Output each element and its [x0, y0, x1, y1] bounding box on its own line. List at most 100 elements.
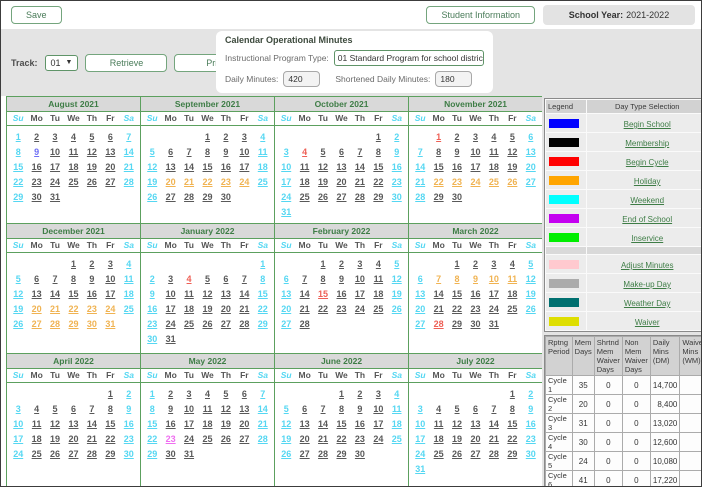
date-cell-weekend[interactable]: 7	[254, 389, 272, 399]
date-cell-membership[interactable]: 1	[369, 132, 387, 142]
date-cell-membership[interactable]: 10	[101, 274, 119, 284]
date-cell-weekend[interactable]: 9	[120, 404, 138, 414]
date-cell-membership[interactable]: 4	[503, 259, 521, 269]
date-cell-weekend[interactable]: 1	[9, 132, 27, 142]
date-cell-membership[interactable]: 25	[64, 177, 82, 187]
date-cell-membership[interactable]: 2	[83, 259, 101, 269]
date-cell-membership[interactable]: 22	[448, 304, 466, 314]
date-cell-membership[interactable]: 17	[369, 419, 387, 429]
date-cell-weekend[interactable]: 23	[143, 319, 161, 329]
date-cell-holiday[interactable]: 25	[485, 177, 503, 187]
date-cell-weekend[interactable]: 19	[143, 177, 161, 187]
date-cell-membership[interactable]: 16	[161, 419, 179, 429]
date-cell-membership[interactable]: 13	[466, 419, 484, 429]
date-cell-weekend[interactable]: 24	[277, 192, 295, 202]
date-cell-membership[interactable]: 13	[161, 162, 179, 172]
date-cell-weekend[interactable]: 25	[254, 177, 272, 187]
date-cell-membership[interactable]: 22	[314, 304, 332, 314]
date-cell-membership[interactable]: 7	[314, 404, 332, 414]
date-cell-begin-cycle[interactable]: 4	[295, 147, 313, 157]
date-cell-membership[interactable]: 8	[314, 274, 332, 284]
date-cell-membership[interactable]: 4	[198, 389, 216, 399]
date-cell-membership[interactable]: 28	[83, 449, 101, 459]
date-cell-holiday[interactable]: 20	[27, 304, 45, 314]
date-cell-membership[interactable]: 18	[198, 419, 216, 429]
date-cell-membership[interactable]: 10	[235, 147, 253, 157]
date-cell-membership[interactable]: 16	[217, 162, 235, 172]
date-cell-weekend[interactable]: 16	[120, 419, 138, 429]
date-cell-membership[interactable]: 17	[485, 289, 503, 299]
date-cell-weekend[interactable]: 26	[143, 192, 161, 202]
date-cell-membership[interactable]: 4	[27, 404, 45, 414]
date-cell-begin-cycle[interactable]: 28	[429, 319, 447, 329]
date-cell-membership[interactable]: 28	[180, 192, 198, 202]
date-cell-membership[interactable]: 8	[332, 404, 350, 414]
date-cell-begin-cycle[interactable]: 15	[314, 289, 332, 299]
date-cell-membership[interactable]: 1	[448, 259, 466, 269]
date-cell-membership[interactable]: 20	[332, 177, 350, 187]
date-cell-weekend[interactable]: 27	[522, 177, 540, 187]
date-cell-membership[interactable]: 9	[351, 404, 369, 414]
save-button[interactable]: Save	[11, 6, 62, 24]
date-cell-membership[interactable]: 15	[369, 162, 387, 172]
date-cell-membership[interactable]: 24	[351, 304, 369, 314]
date-cell-membership[interactable]: 17	[235, 162, 253, 172]
date-cell-membership[interactable]: 7	[180, 147, 198, 157]
date-cell-membership[interactable]: 7	[83, 404, 101, 414]
date-cell-membership[interactable]: 9	[332, 274, 350, 284]
date-cell-membership[interactable]: 30	[217, 192, 235, 202]
date-cell-weekend[interactable]: 10	[9, 419, 27, 429]
date-cell-holiday[interactable]: 23	[448, 177, 466, 187]
legend-link-holiday[interactable]: Holiday	[634, 177, 661, 186]
date-cell-weekend[interactable]: 4	[254, 132, 272, 142]
date-cell-membership[interactable]: 2	[161, 389, 179, 399]
date-cell-membership[interactable]: 6	[466, 404, 484, 414]
date-cell-membership[interactable]: 3	[351, 259, 369, 269]
date-cell-membership[interactable]: 19	[83, 162, 101, 172]
date-cell-membership[interactable]: 19	[314, 177, 332, 187]
date-cell-membership[interactable]: 11	[429, 419, 447, 429]
date-cell-weekend[interactable]: 11	[388, 404, 406, 414]
date-cell-membership[interactable]: 16	[83, 289, 101, 299]
date-cell-membership[interactable]: 3	[161, 274, 179, 284]
date-cell-weekend[interactable]: 23	[388, 177, 406, 187]
date-cell-membership[interactable]: 30	[27, 192, 45, 202]
date-cell-weekend[interactable]: 18	[254, 162, 272, 172]
date-cell-holiday[interactable]: 10	[485, 274, 503, 284]
date-cell-weekend[interactable]: 3	[9, 404, 27, 414]
date-cell-membership[interactable]: 27	[161, 192, 179, 202]
date-cell-membership[interactable]: 13	[217, 289, 235, 299]
date-cell-membership[interactable]: 15	[198, 162, 216, 172]
date-cell-membership[interactable]: 4	[369, 259, 387, 269]
date-cell-weekend[interactable]: 15	[9, 162, 27, 172]
date-cell-membership[interactable]: 18	[180, 304, 198, 314]
date-cell-membership[interactable]: 5	[46, 404, 64, 414]
date-cell-weekend[interactable]: 12	[143, 162, 161, 172]
date-cell-membership[interactable]: 18	[485, 162, 503, 172]
date-cell-membership[interactable]: 6	[217, 274, 235, 284]
date-cell-weekend[interactable]: 6	[522, 132, 540, 142]
date-cell-membership[interactable]: 21	[235, 304, 253, 314]
date-cell-holiday[interactable]: 22	[198, 177, 216, 187]
legend-link-weekend[interactable]: Weekend	[630, 196, 664, 205]
date-cell-weekend[interactable]: 22	[9, 177, 27, 187]
date-cell-weekend[interactable]: 19	[388, 289, 406, 299]
date-cell-end-of-school[interactable]: 23	[161, 434, 179, 444]
date-cell-holiday[interactable]: 22	[64, 304, 82, 314]
date-cell-membership[interactable]: 11	[485, 147, 503, 157]
date-cell-membership[interactable]: 3	[180, 389, 198, 399]
date-cell-holiday[interactable]: 24	[235, 177, 253, 187]
date-cell-weekend[interactable]: 19	[522, 289, 540, 299]
date-cell-membership[interactable]: 19	[503, 162, 521, 172]
date-cell-membership[interactable]: 25	[180, 319, 198, 329]
date-cell-membership[interactable]: 15	[503, 419, 521, 429]
date-cell-weekend[interactable]: 15	[143, 419, 161, 429]
date-cell-membership[interactable]: 13	[235, 404, 253, 414]
date-cell-membership[interactable]: 22	[503, 434, 521, 444]
date-cell-weekend[interactable]: 12	[277, 419, 295, 429]
date-cell-membership[interactable]: 31	[161, 334, 179, 344]
date-cell-weekend[interactable]: 30	[143, 334, 161, 344]
date-cell-membership[interactable]: 9	[83, 274, 101, 284]
date-cell-membership[interactable]: 8	[198, 147, 216, 157]
date-cell-weekend[interactable]: 2	[143, 274, 161, 284]
